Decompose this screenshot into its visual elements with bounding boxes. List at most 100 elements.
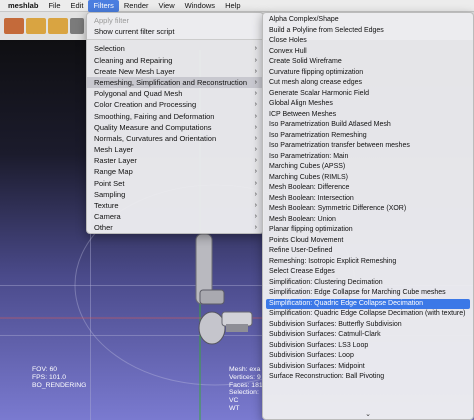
submenu-filter-item[interactable]: Select Crease Edges xyxy=(263,267,473,278)
render-mode-label: BO_RENDERING xyxy=(32,381,87,389)
filters-category-item[interactable]: Other › xyxy=(87,222,263,233)
filters-menu: Apply filter Show current filter script … xyxy=(86,12,264,234)
submenu-arrow-icon: › xyxy=(254,179,257,187)
filters-category-item[interactable]: Color Creation and Processing › xyxy=(87,99,263,110)
filters-category-item[interactable]: Selection › xyxy=(87,43,263,54)
filters-category-item[interactable]: Quality Measure and Computations › xyxy=(87,122,263,133)
import-mesh-icon[interactable] xyxy=(48,18,68,34)
submenu-arrow-icon: › xyxy=(254,224,257,232)
filters-category-label: Cleaning and Repairing xyxy=(94,55,173,65)
submenu-filter-item[interactable]: Simplification: Clustering Decimation xyxy=(263,278,473,289)
menubar: meshlab File Edit Filters Render View Wi… xyxy=(0,0,474,12)
submenu-filter-item[interactable]: Close Holes xyxy=(263,36,473,47)
submenu-arrow-icon: › xyxy=(254,202,257,209)
submenu-filter-item[interactable]: Refine User-Defined xyxy=(263,246,473,257)
filters-category-label: Range Map xyxy=(94,167,133,177)
submenu-filter-item[interactable]: Alpha Complex/Shape xyxy=(263,15,473,26)
filters-category-item[interactable]: Raster Layer › xyxy=(87,155,263,166)
menubar-file[interactable]: File xyxy=(43,0,65,12)
filters-category-item[interactable]: Smoothing, Fairing and Deformation › xyxy=(87,111,263,122)
submenu-filter-item[interactable]: Surface Reconstruction: Ball Pivoting xyxy=(263,372,473,383)
gear-wheel-shape xyxy=(198,311,226,345)
submenu-filter-item[interactable]: Cut mesh along crease edges xyxy=(263,78,473,89)
show-filter-script-item[interactable]: Show current filter script xyxy=(87,26,263,37)
submenu-filter-item[interactable]: Marching Cubes (RIMLS) xyxy=(263,173,473,184)
menubar-edit[interactable]: Edit xyxy=(66,0,89,12)
submenu-filter-item[interactable]: Subdivision Surfaces: Butterfly Subdivis… xyxy=(263,320,473,331)
submenu-filter-item[interactable]: Iso Parametrization Build Atlased Mesh xyxy=(263,120,473,131)
viewport-info-left: FOV: 60 FPS: 101.0 BO_RENDERING xyxy=(32,366,86,389)
filters-category-item[interactable]: Cleaning and Repairing › xyxy=(87,55,263,66)
filters-category-label: Color Creation and Processing xyxy=(94,100,197,110)
gear-joint-shape xyxy=(199,289,225,305)
menubar-filters[interactable]: Filters xyxy=(88,0,119,12)
filters-category-list: Selection › Cleaning and Repairing › Create … xyxy=(87,43,263,233)
submenu-filter-item[interactable]: Curvature flipping optimization xyxy=(263,68,473,79)
filters-category-item[interactable]: Point Set › xyxy=(87,178,263,189)
submenu-arrow-icon: › xyxy=(254,45,257,53)
submenu-filter-item[interactable]: Subdivision Surfaces: LS3 Loop xyxy=(263,341,473,352)
submenu-list: Alpha Complex/Shape Build a Polyline from… xyxy=(263,15,473,383)
submenu-filter-item[interactable]: Generate Scalar Harmonic Field xyxy=(263,89,473,100)
submenu-filter-item[interactable]: Marching Cubes (APSS) xyxy=(263,162,473,173)
menubar-view[interactable]: View xyxy=(154,0,180,12)
submenu-filter-item[interactable]: Remeshing: Isotropic Explicit Remeshing xyxy=(263,257,473,268)
submenu-filter-item[interactable]: Mesh Boolean: Symmetric Difference (XOR) xyxy=(263,204,473,215)
filters-category-item[interactable]: Texture › xyxy=(87,200,263,211)
vc-label: VC xyxy=(229,397,239,405)
submenu-arrow-icon: › xyxy=(254,134,257,142)
submenu-filter-item[interactable]: Subdivision Surfaces: Midpoint xyxy=(263,362,473,373)
filters-category-item[interactable]: Mesh Layer › xyxy=(87,144,263,155)
filters-category-label: Normals, Curvatures and Orientation xyxy=(94,133,217,143)
apply-filter-item: Apply filter xyxy=(94,16,130,25)
filters-category-item[interactable]: Camera › xyxy=(87,211,263,222)
submenu-filter-item[interactable]: Build a Polyline from Selected Edges xyxy=(263,26,473,37)
menubar-windows[interactable]: Windows xyxy=(180,0,220,12)
scroll-down-icon[interactable]: ⌄ xyxy=(263,410,473,418)
filters-category-label: Mesh Layer xyxy=(94,145,134,155)
submenu-filter-item[interactable]: Global Align Meshes xyxy=(263,99,473,110)
submenu-filter-item[interactable]: Points Cloud Movement xyxy=(263,236,473,247)
submenu-filter-item[interactable]: Iso Parametrization Remeshing xyxy=(263,131,473,142)
filters-category-label: Raster Layer xyxy=(94,156,137,166)
submenu-arrow-icon: › xyxy=(254,213,257,221)
submenu-arrow-icon: › xyxy=(254,168,257,176)
filters-category-item[interactable]: Normals, Curvatures and Orientation › xyxy=(87,133,263,144)
submenu-filter-item[interactable]: Subdivision Surfaces: Loop xyxy=(263,351,473,362)
selection-label: Selection: xyxy=(229,389,259,397)
submenu-filter-item[interactable]: Planar flipping optimization xyxy=(263,225,473,236)
open-project-icon[interactable] xyxy=(4,18,24,34)
submenu-filter-item[interactable]: Simplification: Edge Collapse for Marchi… xyxy=(263,288,473,299)
filters-category-item[interactable]: Polygonal and Quad Mesh › xyxy=(87,88,263,99)
submenu-filter-item[interactable]: Mesh Boolean: Difference xyxy=(263,183,473,194)
submenu-arrow-icon: › xyxy=(254,123,257,131)
fps-label: FPS: 101.0 xyxy=(32,373,67,381)
submenu-filter-item[interactable]: Convex Hull xyxy=(263,47,473,58)
wt-label: WT xyxy=(229,404,240,412)
filters-category-label: Texture xyxy=(94,201,119,210)
filters-category-label: Quality Measure and Computations xyxy=(94,122,212,132)
menubar-help[interactable]: Help xyxy=(220,0,245,12)
remeshing-submenu: Alpha Complex/Shape Build a Polyline from… xyxy=(262,12,474,420)
filters-category-item[interactable]: Range Map › xyxy=(87,166,263,177)
filters-category-item[interactable]: Remeshing, Simplification and Reconstruc… xyxy=(87,76,263,89)
submenu-arrow-icon: › xyxy=(254,101,257,109)
submenu-filter-item[interactable]: Simplification: Quadric Edge Collapse De… xyxy=(263,309,473,320)
submenu-filter-item[interactable]: Iso Parametrization transfer between mes… xyxy=(263,141,473,152)
submenu-filter-item[interactable]: Iso Parametrization: Main xyxy=(263,152,473,163)
filters-category-item[interactable]: Create New Mesh Layer › xyxy=(87,66,263,77)
submenu-filter-item[interactable]: Subdivision Surfaces: Catmull-Clark xyxy=(263,330,473,341)
filters-category-item[interactable]: Sampling › xyxy=(87,189,263,200)
submenu-filter-item[interactable]: Mesh Boolean: Intersection xyxy=(263,194,473,205)
submenu-filter-item[interactable]: Mesh Boolean: Union xyxy=(263,215,473,226)
submenu-filter-item[interactable]: Create Solid Wireframe xyxy=(263,57,473,68)
menubar-render[interactable]: Render xyxy=(119,0,154,12)
folder-icon[interactable] xyxy=(26,18,46,34)
mesh-name-label: Mesh: exa xyxy=(229,366,261,373)
submenu-filter-item[interactable]: Simplification: Quadric Edge Collapse De… xyxy=(266,298,470,309)
filters-category-label: Camera xyxy=(94,212,121,222)
submenu-arrow-icon: › xyxy=(254,190,257,198)
toolbar-tool-icon[interactable] xyxy=(70,18,84,34)
submenu-filter-item[interactable]: ICP Between Meshes xyxy=(263,110,473,121)
menubar-app-name[interactable]: meshlab xyxy=(0,0,43,12)
